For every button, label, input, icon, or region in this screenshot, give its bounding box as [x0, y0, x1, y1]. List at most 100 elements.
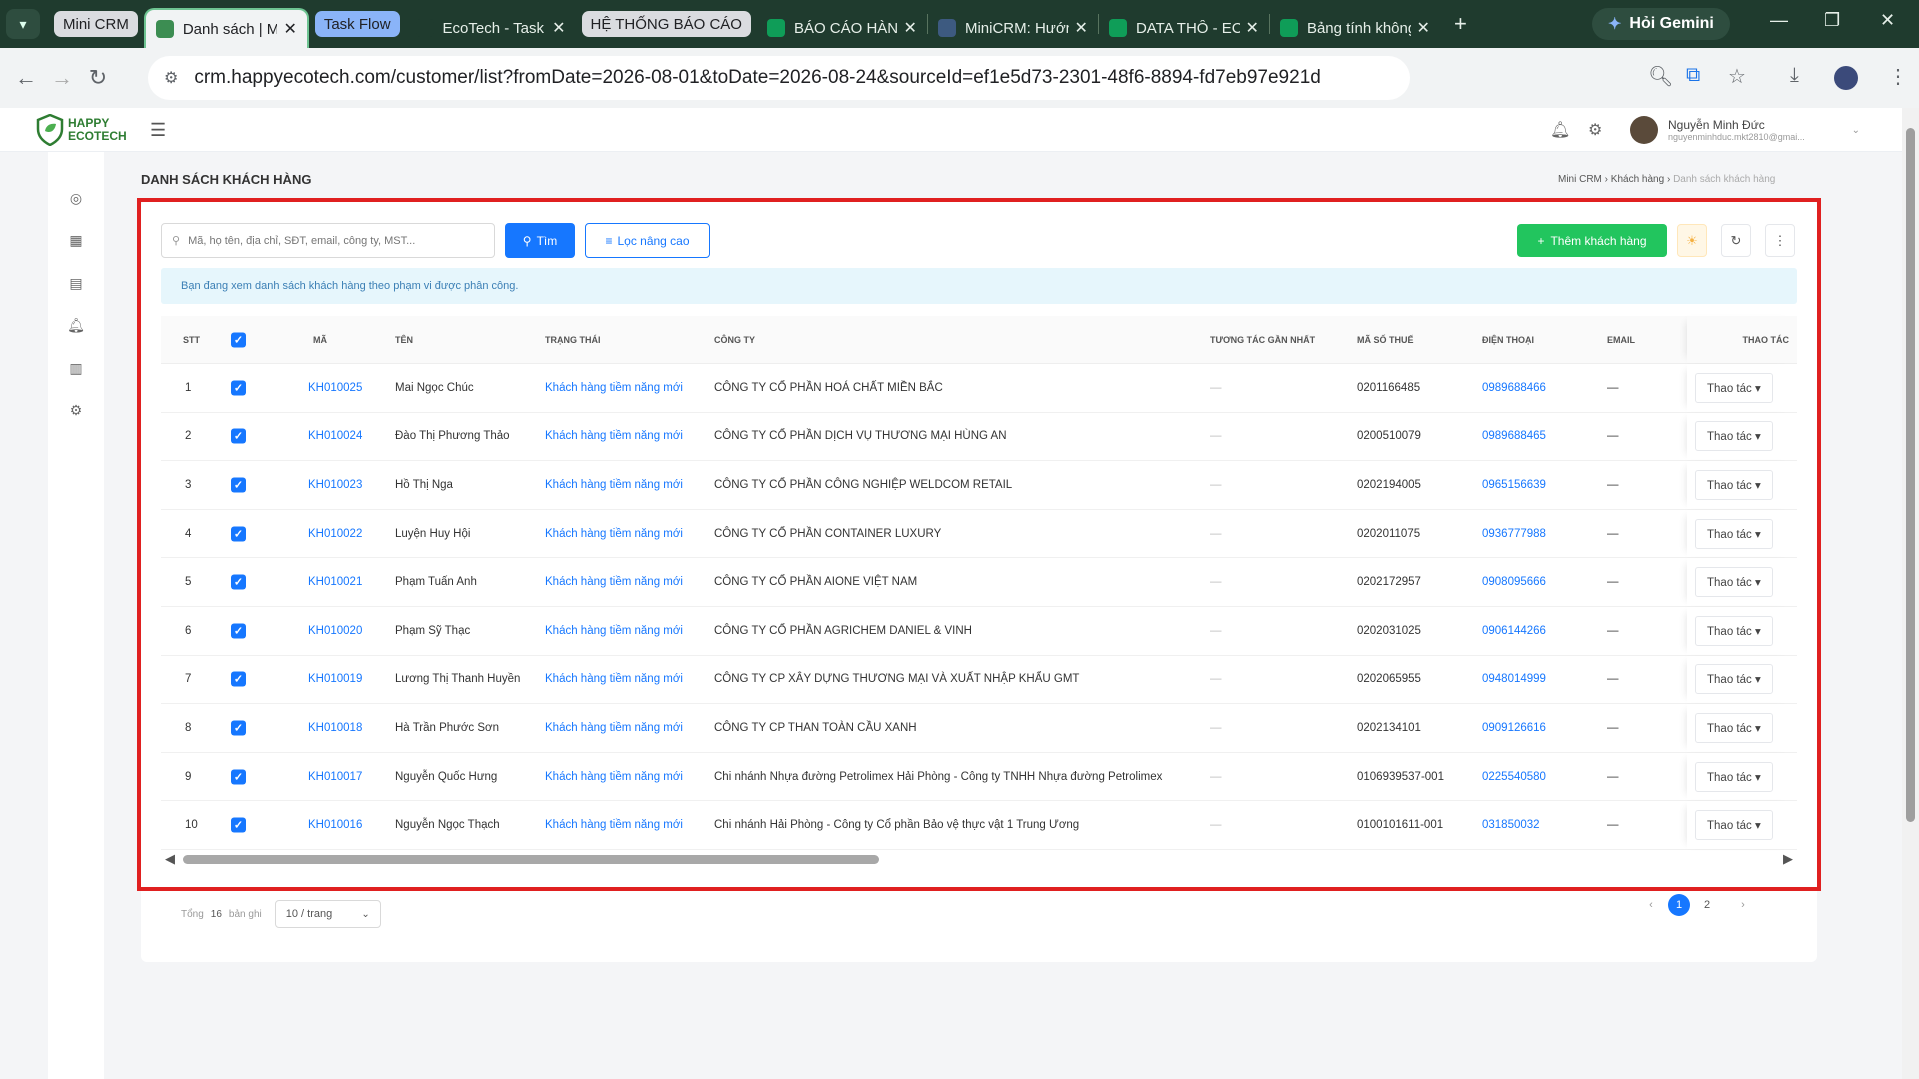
status-link[interactable]: Khách hàng tiềm năng mới	[545, 430, 683, 442]
new-tab-icon[interactable]: +	[1454, 11, 1467, 37]
row-checkbox[interactable]: ✓	[231, 574, 246, 590]
site-info-icon[interactable]: ⚙	[164, 68, 178, 88]
more-options-button[interactable]: ⋮	[1765, 224, 1795, 257]
prev-page-icon[interactable]: ‹	[1640, 899, 1662, 911]
row-checkbox[interactable]: ✓	[231, 720, 246, 736]
row-checkbox[interactable]: ✓	[231, 623, 246, 639]
tab-group-chip[interactable]: Task Flow	[314, 11, 400, 37]
bell-icon[interactable]: 🔔︎	[1550, 120, 1570, 140]
horizontal-scrollbar-thumb[interactable]	[183, 855, 879, 864]
row-action-dropdown[interactable]: Thao tác ▾	[1695, 469, 1773, 500]
reload-icon[interactable]: ↻	[80, 65, 116, 91]
col-stt[interactable]: STT	[183, 335, 200, 345]
download-icon[interactable]: ⤓	[1790, 64, 1799, 87]
breadcrumb-item[interactable]: Mini CRM	[1558, 174, 1602, 185]
col-phone[interactable]: ĐIỆN THOẠI	[1482, 335, 1534, 345]
customer-code-link[interactable]: KH010019	[308, 673, 362, 685]
phone-link[interactable]: 0989688465	[1482, 430, 1546, 442]
col-status[interactable]: TRẠNG THÁI	[545, 335, 601, 345]
phone-link[interactable]: 0909126616	[1482, 722, 1546, 734]
status-link[interactable]: Khách hàng tiềm năng mới	[545, 625, 683, 637]
forward-icon[interactable]: →	[44, 65, 80, 91]
scroll-right-arrow-icon[interactable]: ▶	[1783, 851, 1793, 867]
status-link[interactable]: Khách hàng tiềm năng mới	[545, 528, 683, 540]
close-tab-icon[interactable]: ✕	[1246, 18, 1259, 38]
page-2[interactable]: 2	[1696, 894, 1718, 916]
close-tab-icon[interactable]: ✕	[904, 18, 917, 38]
apps-grid-icon[interactable]: ▦	[66, 232, 86, 252]
customer-code-link[interactable]: KH010022	[308, 528, 362, 540]
row-checkbox[interactable]: ✓	[231, 477, 246, 493]
advanced-filter-button[interactable]: ≡ Lọc nâng cao	[585, 223, 710, 258]
bar-chart-icon[interactable]: ▥	[66, 360, 86, 380]
status-link[interactable]: Khách hàng tiềm năng mới	[545, 722, 683, 734]
refresh-button[interactable]: ↻	[1721, 224, 1751, 257]
zoom-icon[interactable]: 🔍︎	[1648, 64, 1673, 89]
browser-tab[interactable]: Danh sách | Mini CRM ✕	[143, 8, 309, 48]
gear-icon[interactable]: ⚙	[66, 402, 86, 422]
status-link[interactable]: Khách hàng tiềm năng mới	[545, 576, 683, 588]
scroll-left-arrow-icon[interactable]: ◀	[165, 851, 175, 867]
customer-code-link[interactable]: KH010024	[308, 430, 362, 442]
page-scrollbar[interactable]	[1902, 108, 1919, 1079]
row-action-dropdown[interactable]: Thao tác ▾	[1695, 712, 1773, 743]
close-tab-icon[interactable]: ✕	[552, 18, 565, 38]
customer-code-link[interactable]: KH010018	[308, 722, 362, 734]
bookmark-star-icon[interactable]: ☆	[1728, 64, 1746, 89]
browser-tab[interactable]: BÁO CÁO HÀNG NGÀY ✕	[757, 8, 927, 48]
customer-code-link[interactable]: KH010016	[308, 819, 362, 831]
find-button[interactable]: ⚲ Tìm	[505, 223, 575, 258]
row-action-dropdown[interactable]: Thao tác ▾	[1695, 615, 1773, 646]
phone-link[interactable]: 0948014999	[1482, 673, 1546, 685]
menu-kebab-icon[interactable]: ⋮	[1888, 64, 1908, 89]
customer-code-link[interactable]: KH010020	[308, 625, 362, 637]
phone-link[interactable]: 0908095666	[1482, 576, 1546, 588]
row-action-dropdown[interactable]: Thao tác ▾	[1695, 664, 1773, 695]
search-input-wrapper[interactable]: ⚲	[161, 223, 495, 258]
next-page-icon[interactable]: ›	[1732, 899, 1754, 911]
dashboard-gauge-icon[interactable]: ◎	[66, 190, 86, 210]
browser-tab[interactable]: DATA THÔ - ECOTECH ✕	[1099, 8, 1269, 48]
highlight-button[interactable]: ☀	[1677, 224, 1707, 257]
col-name[interactable]: TÊN	[395, 335, 413, 345]
col-code[interactable]: MÃ	[313, 335, 327, 345]
ask-gemini-button[interactable]: ✦ Hỏi Gemini	[1592, 8, 1730, 40]
row-checkbox[interactable]: ✓	[231, 380, 246, 396]
breadcrumb-item[interactable]: Khách hàng	[1611, 174, 1664, 185]
customer-code-link[interactable]: KH010021	[308, 576, 362, 588]
col-last-interaction[interactable]: TƯƠNG TÁC GẦN NHẤT	[1210, 335, 1315, 345]
col-company[interactable]: CÔNG TY	[714, 335, 755, 345]
bell-icon[interactable]: 🔔︎	[66, 317, 86, 337]
restore-icon[interactable]: ❐	[1824, 10, 1840, 31]
browser-tab[interactable]: EcoTech - Task Flow ✕	[406, 8, 576, 48]
row-checkbox[interactable]: ✓	[231, 769, 246, 785]
col-email[interactable]: EMAIL	[1607, 335, 1635, 345]
status-link[interactable]: Khách hàng tiềm năng mới	[545, 382, 683, 394]
customer-code-link[interactable]: KH010023	[308, 479, 362, 491]
page-1[interactable]: 1	[1668, 894, 1690, 916]
row-checkbox[interactable]: ✓	[231, 428, 246, 444]
add-customer-button[interactable]: + Thêm khách hàng	[1517, 224, 1667, 257]
col-tax-code[interactable]: MÃ SỐ THUẾ	[1357, 335, 1414, 345]
search-input[interactable]	[188, 234, 494, 247]
row-action-dropdown[interactable]: Thao tác ▾	[1695, 518, 1773, 549]
table-horizontal-scrollbar[interactable]: ◀ ▶	[161, 850, 1797, 868]
address-bar[interactable]: ⚙ crm.happyecotech.com/customer/list?fro…	[148, 56, 1410, 100]
browser-tab[interactable]: Bảng tính không tên ✕	[1270, 8, 1440, 48]
row-checkbox[interactable]: ✓	[231, 526, 246, 542]
row-action-dropdown[interactable]: Thao tác ▾	[1695, 372, 1773, 403]
tab-group-chip[interactable]: HỆ THỐNG BÁO CÁO	[581, 11, 751, 37]
row-checkbox[interactable]: ✓	[231, 671, 246, 687]
row-action-dropdown[interactable]: Thao tác ▾	[1695, 761, 1773, 792]
phone-link[interactable]: 031850032	[1482, 819, 1540, 831]
close-window-icon[interactable]: ✕	[1880, 10, 1895, 31]
phone-link[interactable]: 0225540580	[1482, 771, 1546, 783]
back-icon[interactable]: ←	[8, 65, 44, 91]
row-action-dropdown[interactable]: Thao tác ▾	[1695, 421, 1773, 452]
user-menu[interactable]: Nguyễn Minh Đức nguyenminhduc.mkt2810@gm…	[1630, 112, 1860, 148]
status-link[interactable]: Khách hàng tiềm năng mới	[545, 819, 683, 831]
profile-avatar-icon[interactable]	[1834, 66, 1858, 90]
row-action-dropdown[interactable]: Thao tác ▾	[1695, 567, 1773, 598]
status-link[interactable]: Khách hàng tiềm năng mới	[545, 673, 683, 685]
browser-tab[interactable]: MiniCRM: Hướng dẫn ✕	[928, 8, 1098, 48]
